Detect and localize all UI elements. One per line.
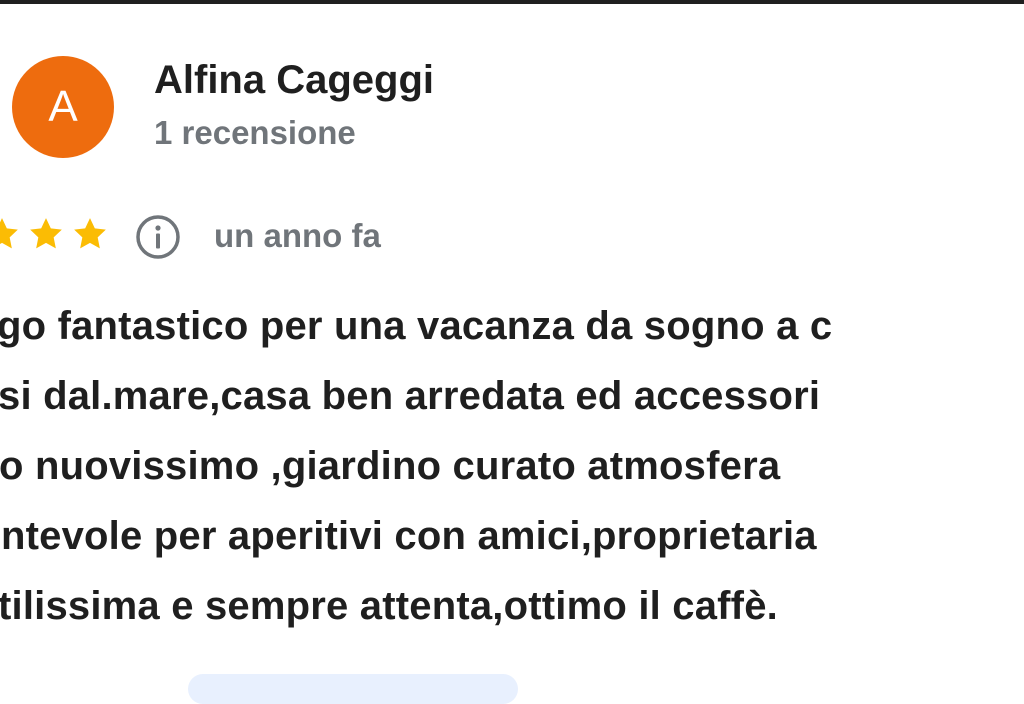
top-divider bbox=[0, 0, 1024, 4]
review-text-line: si dal.mare,casa ben arredata ed accesso… bbox=[0, 374, 821, 418]
review-text-line: go fantastico per una vacanza da sogno a… bbox=[0, 304, 833, 348]
star-icon bbox=[30, 218, 62, 249]
star-rating bbox=[0, 214, 110, 254]
reviewer-name[interactable]: Alfina Cageggi bbox=[154, 58, 434, 103]
review-text-line: o nuovissimo ,giardino curato atmosfera bbox=[0, 444, 781, 488]
avatar-letter: A bbox=[48, 82, 78, 131]
avatar[interactable]: A bbox=[12, 56, 114, 158]
star-icon bbox=[0, 218, 18, 249]
reaction-chip[interactable] bbox=[188, 674, 518, 704]
star-icon bbox=[74, 218, 106, 249]
review-date: un anno fa bbox=[214, 217, 381, 254]
review-count[interactable]: 1 recensione bbox=[154, 114, 356, 152]
review-text-line: tilissima e sempre attenta,ottimo il caf… bbox=[0, 584, 778, 628]
info-icon[interactable] bbox=[134, 213, 182, 261]
review-text-line: ntevole per aperitivi con amici,propriet… bbox=[1, 514, 817, 558]
